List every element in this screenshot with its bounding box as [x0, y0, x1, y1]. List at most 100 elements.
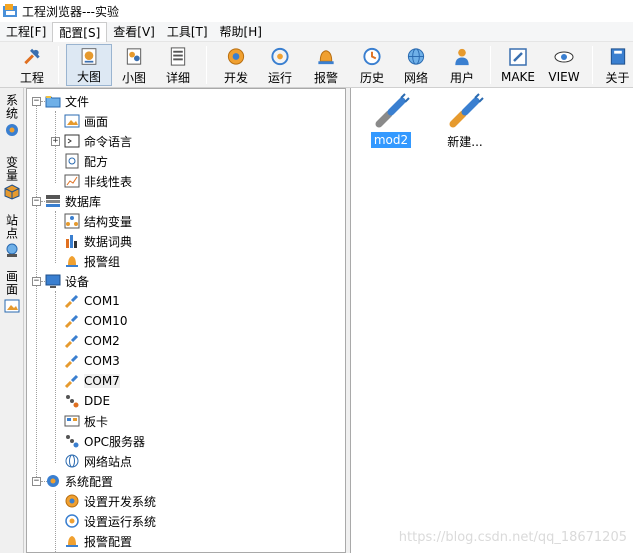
expand-command-language-toggle[interactable]: +	[51, 137, 60, 146]
globe-icon	[65, 454, 79, 468]
collapse-files-toggle[interactable]: −	[32, 97, 41, 106]
wrench-icon	[24, 48, 40, 65]
collapse-system-config-toggle[interactable]: −	[32, 477, 41, 486]
plug-icon	[64, 354, 79, 369]
terminal-icon	[64, 134, 80, 148]
toolbar-develop-button[interactable]: 开发	[218, 44, 254, 86]
app-logo-icon	[3, 4, 17, 17]
toolbar-make-button[interactable]: MAKE	[498, 44, 538, 86]
structure-icon	[64, 213, 80, 229]
tree-node-com3[interactable]: COM3	[64, 351, 120, 371]
system-gear-icon	[6, 124, 18, 136]
plug-icon	[64, 314, 79, 329]
gear-icon	[227, 48, 245, 65]
bell-icon	[66, 536, 78, 547]
device-item-mod2[interactable]: mod2	[361, 92, 421, 148]
tree-node-board-card[interactable]: 板卡	[64, 411, 108, 431]
menu-help[interactable]: 帮助[H]	[214, 22, 268, 42]
opc-icon	[66, 435, 79, 448]
plug-icon	[375, 93, 410, 128]
tree-node-run-system-settings[interactable]: 设置运行系统	[64, 511, 156, 531]
picture-icon	[4, 299, 20, 313]
tree-node-nonlinear-table[interactable]: 非线性表	[64, 171, 132, 191]
tree-node-dde[interactable]: DDE	[64, 391, 110, 411]
toolbar-large-icons-button[interactable]: 大图	[66, 44, 112, 86]
tree-node-com7[interactable]: COM7	[64, 371, 120, 391]
tree-node-recipe[interactable]: 配方	[64, 151, 108, 171]
toolbar-about-button[interactable]: 关于	[602, 44, 633, 86]
menu-tools[interactable]: 工具[T]	[161, 22, 214, 42]
toolbar-alarm-button[interactable]: 报警	[308, 44, 344, 86]
small-icons-icon	[126, 48, 142, 65]
project-tree: − 文件 画面 + 命令语言 配方 非线性表 − 数据库 结构变量 数据词典 报…	[26, 88, 346, 553]
menu-config[interactable]: 配置[S]	[52, 21, 108, 42]
plug-icon	[64, 334, 79, 349]
run-icon	[271, 47, 289, 66]
tree-node-devices[interactable]: 设备	[45, 271, 89, 291]
tree-node-data-dictionary[interactable]: 数据词典	[64, 231, 132, 251]
tree-node-alarm-group[interactable]: 报警组	[64, 251, 120, 271]
details-icon	[170, 47, 186, 66]
tree-node-alarm-config[interactable]: 报警配置	[64, 531, 132, 551]
eye-icon	[554, 51, 574, 63]
pencil-icon	[509, 48, 527, 66]
run-icon	[65, 514, 79, 528]
tree-node-com2[interactable]: COM2	[64, 331, 120, 351]
tree-node-command-language[interactable]: 命令语言	[64, 131, 132, 151]
vertical-tab-bar: 系统 变量 站点 画面	[0, 88, 24, 553]
chart-icon	[64, 174, 80, 188]
picture-icon	[64, 114, 80, 128]
tab-screens[interactable]: 画面	[2, 270, 22, 314]
tree-node-com1[interactable]: COM1	[64, 291, 120, 311]
menu-view[interactable]: 查看[V]	[107, 22, 161, 42]
toolbar-project-button[interactable]: 工程	[12, 44, 52, 86]
tab-stations[interactable]: 站点	[2, 214, 22, 258]
gear-icon	[47, 475, 59, 487]
plug-icon	[449, 93, 484, 128]
globe-icon	[407, 48, 425, 65]
monitor-icon	[45, 274, 61, 288]
toolbar-history-button[interactable]: 历史	[354, 44, 390, 86]
collapse-database-toggle[interactable]: −	[32, 197, 41, 206]
large-icons-icon	[81, 48, 97, 65]
dde-icon	[66, 395, 79, 408]
bell-icon	[318, 50, 334, 65]
tree-node-opc-server[interactable]: OPC服务器	[64, 431, 145, 451]
tree-node-database[interactable]: 数据库	[45, 191, 101, 211]
station-icon	[6, 243, 18, 257]
tree-node-files[interactable]: 文件	[45, 91, 89, 111]
plug-icon	[64, 374, 79, 389]
history-icon	[363, 47, 381, 66]
tree-node-com10[interactable]: COM10	[64, 311, 127, 331]
tree-node-system-config[interactable]: 系统配置	[45, 471, 113, 491]
tab-system[interactable]: 系统	[2, 94, 22, 138]
recipe-icon	[65, 153, 79, 169]
collapse-devices-toggle[interactable]: −	[32, 277, 41, 286]
plug-icon	[64, 294, 79, 309]
book-icon	[610, 48, 625, 65]
cube-icon	[4, 184, 20, 200]
content-panel: mod2 新建... https://blog.csdn.net/qq_1867…	[350, 88, 633, 553]
toolbar-user-button[interactable]: 用户	[444, 44, 480, 86]
menu-project[interactable]: 工程[F]	[0, 22, 52, 42]
toolbar-details-button[interactable]: 详细	[160, 44, 196, 86]
toolbar-small-icons-button[interactable]: 小图	[116, 44, 152, 86]
watermark-text: https://blog.csdn.net/qq_18671205	[398, 530, 627, 545]
new-device-item[interactable]: 新建...	[435, 92, 495, 151]
board-icon	[64, 415, 80, 427]
bell-icon	[66, 256, 78, 267]
toolbar-network-button[interactable]: 网络	[398, 44, 434, 86]
folder-icon	[45, 96, 61, 108]
tree-node-dev-system-settings[interactable]: 设置开发系统	[64, 491, 156, 511]
title-bar: 工程浏览器---实验	[0, 0, 633, 22]
tree-node-screens[interactable]: 画面	[64, 111, 108, 131]
toolbar-run-button[interactable]: 运行	[262, 44, 298, 86]
tab-variables[interactable]: 变量	[2, 156, 22, 200]
toolbar-view-button[interactable]: VIEW	[544, 44, 584, 86]
toolbar: 工程 大图 小图 详细 开发 运行 报警 历史 网络 用户 MAKE VIEW …	[0, 42, 633, 88]
gear-icon	[65, 494, 79, 508]
user-icon	[455, 48, 469, 66]
menu-bar: 工程[F] 配置[S] 查看[V] 工具[T] 帮助[H]	[0, 21, 633, 42]
tree-node-struct-variables[interactable]: 结构变量	[64, 211, 132, 231]
tree-node-network-station[interactable]: 网络站点	[64, 451, 132, 471]
